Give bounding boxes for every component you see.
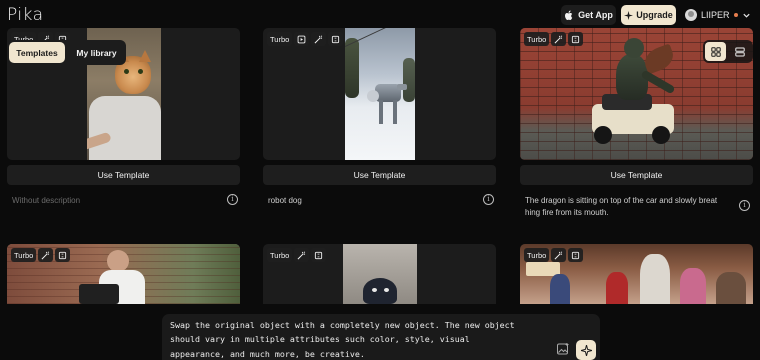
frame-icon[interactable] <box>311 248 327 262</box>
list-view-button[interactable] <box>729 42 750 61</box>
turbo-badge: Turbo <box>524 248 550 262</box>
get-app-label: Get App <box>578 10 613 20</box>
template-thumbnail-2[interactable]: Turbo <box>263 28 496 160</box>
prompt-line: should vary in multiple attributes such … <box>170 334 470 345</box>
template-thumbnail-6[interactable]: Turbo <box>520 244 753 304</box>
turbo-badge: Turbo <box>11 248 37 262</box>
use-template-button[interactable]: Use Template <box>263 165 496 185</box>
template-description: robot dog <box>268 196 302 205</box>
prompt-line: Swap the original object with a complete… <box>170 320 515 330</box>
wand-icon[interactable] <box>551 32 567 46</box>
frame-icon[interactable] <box>568 32 584 46</box>
card-toolbar: Turbo <box>524 248 584 262</box>
wand-icon[interactable] <box>311 32 327 46</box>
use-template-button[interactable]: Use Template <box>520 165 753 185</box>
upgrade-label: Upgrade <box>636 10 673 20</box>
tab-my-library[interactable]: My library <box>69 42 124 63</box>
grid-view-button[interactable] <box>705 42 726 61</box>
template-description: The dragon is sitting on top of the car … <box>525 195 730 218</box>
card-toolbar: Turbo <box>267 248 327 262</box>
generate-button[interactable] <box>576 340 596 360</box>
prompt-text[interactable]: Swap the original object with a complete… <box>170 318 542 360</box>
card-toolbar: Turbo <box>11 248 71 262</box>
library-tabs: Templates My library <box>7 40 126 65</box>
list-view-icon <box>734 47 745 56</box>
description-line: hing fire from its mouth. <box>525 207 609 217</box>
frame-icon[interactable] <box>55 248 71 262</box>
username: LIIPER <box>701 10 730 20</box>
apple-icon <box>565 10 573 20</box>
grid-icon <box>710 46 721 57</box>
card-toolbar: Turbo <box>524 32 584 46</box>
turbo-badge: Turbo <box>524 32 550 46</box>
turbo-badge: Turbo <box>267 248 293 262</box>
upgrade-button[interactable]: Upgrade <box>621 5 676 25</box>
wand-icon[interactable] <box>294 248 310 262</box>
frame-icon[interactable] <box>328 32 344 46</box>
sparkle-icon <box>624 10 634 20</box>
card-toolbar: Turbo <box>267 32 344 46</box>
template-preview-image <box>345 28 415 160</box>
template-thumbnail-5[interactable]: Turbo <box>263 244 496 304</box>
info-icon[interactable]: i <box>483 194 494 205</box>
notification-dot <box>733 13 738 17</box>
user-menu[interactable]: LIIPER <box>685 6 751 24</box>
chevron-down-icon <box>742 13 750 18</box>
sparkle-icon <box>580 344 592 356</box>
frame-icon[interactable] <box>568 248 584 262</box>
prompt-line: appearance, and much more, be creative. <box>170 348 365 359</box>
info-icon[interactable]: i <box>227 194 238 205</box>
wand-icon[interactable] <box>38 248 54 262</box>
template-preview-image <box>343 244 417 304</box>
avatar <box>685 9 697 21</box>
view-toggle <box>703 40 753 63</box>
template-description: Without description <box>12 196 81 205</box>
pika-logo[interactable]: Pika <box>7 5 44 25</box>
description-line: The dragon is sitting on top of the car … <box>525 196 718 205</box>
turbo-badge: Turbo <box>267 32 293 46</box>
template-thumbnail-4[interactable]: Turbo <box>7 244 240 304</box>
wand-icon[interactable] <box>551 248 567 262</box>
get-app-button[interactable]: Get App <box>561 5 616 25</box>
play-icon[interactable] <box>294 32 310 46</box>
info-icon[interactable]: i <box>739 200 750 211</box>
tab-templates[interactable]: Templates <box>9 42 65 63</box>
use-template-button[interactable]: Use Template <box>7 165 240 185</box>
image-upload-icon[interactable] <box>556 342 570 356</box>
